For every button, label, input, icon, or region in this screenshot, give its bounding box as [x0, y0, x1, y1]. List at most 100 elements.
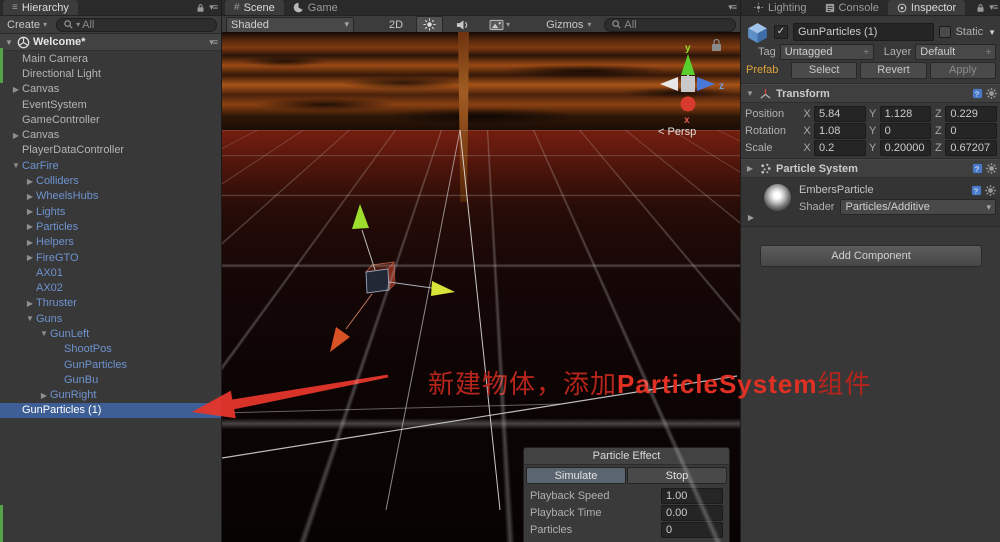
- hierarchy-item-gamecontroller[interactable]: GameController: [0, 112, 221, 127]
- rotation-z-field[interactable]: 0: [945, 122, 998, 139]
- particles-count-field[interactable]: 0: [661, 521, 723, 538]
- create-button[interactable]: Create ▾: [4, 16, 50, 33]
- move-gizmo-x-arrow[interactable]: [431, 281, 455, 296]
- scene-menu-icon[interactable]: ▾≡: [209, 37, 218, 48]
- gear-icon[interactable]: [985, 184, 996, 196]
- tab-hierarchy[interactable]: ≡ Hierarchy: [3, 0, 78, 15]
- axis-back-cone[interactable]: [660, 77, 678, 91]
- hierarchy-item-wheelshubs[interactable]: ▶ WheelsHubs: [0, 189, 221, 204]
- tab-lighting[interactable]: Lighting: [744, 0, 816, 15]
- position-z-field[interactable]: 0.229: [945, 105, 998, 122]
- playback-time-field[interactable]: 0.00: [661, 504, 723, 521]
- particle-system-header[interactable]: ▶ Particle System ?: [741, 159, 1000, 178]
- hierarchy-item-playerdatacontroller[interactable]: PlayerDataController: [0, 143, 221, 158]
- scene-search-input[interactable]: All: [604, 17, 736, 32]
- hierarchy-item-canvas[interactable]: ▶ Canvas: [0, 82, 221, 97]
- static-checkbox[interactable]: [938, 26, 951, 38]
- hierarchy-search-input[interactable]: ▾ All: [56, 17, 217, 32]
- hierarchy-item-main-camera[interactable]: Main Camera: [0, 51, 221, 66]
- reference-doc-icon[interactable]: ?: [972, 163, 983, 174]
- reference-doc-icon[interactable]: ?: [971, 185, 982, 196]
- scale-z-field[interactable]: 0.67207: [945, 139, 998, 156]
- reference-doc-icon[interactable]: ?: [972, 88, 983, 99]
- scene-effects-button[interactable]: ▾: [482, 16, 517, 33]
- foldout-collapsed-icon[interactable]: ▶: [10, 131, 22, 140]
- tab-game[interactable]: Game: [284, 0, 347, 15]
- foldout-collapsed-icon[interactable]: ▶: [745, 164, 755, 173]
- tab-scene[interactable]: # Scene: [225, 0, 284, 15]
- hierarchy-item-firegto[interactable]: ▶ FireGTO: [0, 250, 221, 265]
- lock-icon[interactable]: [976, 3, 985, 13]
- scene-viewport[interactable]: y z x < Persp Particle Effect Simulate S…: [222, 32, 740, 542]
- gizmos-dropdown[interactable]: Gizmos ▾: [539, 16, 598, 33]
- position-y-field[interactable]: 1.128: [879, 105, 932, 122]
- axis-x-sphere[interactable]: [680, 96, 696, 112]
- foldout-collapsed-icon[interactable]: ▶: [24, 299, 36, 308]
- foldout-collapsed-icon[interactable]: ▶: [24, 207, 36, 216]
- gear-icon[interactable]: [986, 163, 997, 174]
- foldout-collapsed-icon[interactable]: ▶: [24, 253, 36, 262]
- playback-speed-field[interactable]: 1.00: [661, 487, 723, 504]
- hierarchy-item-directional-light[interactable]: Directional Light: [0, 66, 221, 81]
- foldout-collapsed-icon[interactable]: ▶: [10, 85, 22, 94]
- object-name-field[interactable]: GunParticles (1): [793, 23, 934, 41]
- scene-header-row[interactable]: ▼ Welcome* ▾≡: [0, 34, 221, 51]
- simulate-button[interactable]: Simulate: [526, 467, 626, 484]
- panel-menu-icon[interactable]: ▾≡: [728, 2, 737, 13]
- static-dropdown-icon[interactable]: ▼: [988, 28, 996, 37]
- toggle-2d-button[interactable]: 2D: [382, 16, 410, 33]
- prefab-revert-button[interactable]: Revert: [860, 61, 927, 79]
- scale-x-field[interactable]: 0.2: [814, 139, 866, 156]
- hierarchy-item-gunbu[interactable]: GunBu: [0, 372, 221, 387]
- gear-icon[interactable]: [986, 88, 997, 99]
- layer-dropdown[interactable]: Default ÷: [915, 44, 996, 60]
- foldout-collapsed-icon[interactable]: ▶: [24, 238, 36, 247]
- axis-y-cone[interactable]: [681, 54, 695, 75]
- hierarchy-item-particles[interactable]: ▶ Particles: [0, 219, 221, 234]
- active-checkbox[interactable]: ✓: [774, 25, 788, 39]
- axis-z-cone[interactable]: [697, 77, 715, 91]
- hierarchy-item-thruster[interactable]: ▶ Thruster: [0, 296, 221, 311]
- tab-inspector[interactable]: Inspector: [887, 0, 966, 15]
- hierarchy-item-gunright[interactable]: ▶ GunRight: [0, 388, 221, 403]
- hierarchy-item-canvas[interactable]: ▶ Canvas: [0, 127, 221, 142]
- foldout-expanded-icon[interactable]: ▼: [745, 89, 755, 98]
- foldout-collapsed-icon[interactable]: ▶: [24, 192, 36, 201]
- panel-menu-icon[interactable]: ▾≡: [989, 2, 998, 13]
- foldout-expanded-icon[interactable]: ▼: [4, 38, 14, 47]
- tag-dropdown[interactable]: Untagged ÷: [779, 44, 874, 60]
- hierarchy-item-ax01[interactable]: AX01: [0, 265, 221, 280]
- prefab-apply-button[interactable]: Apply: [929, 61, 996, 79]
- rotation-x-field[interactable]: 1.08: [814, 122, 866, 139]
- hierarchy-item-gunleft[interactable]: ▼ GunLeft: [0, 326, 221, 341]
- tab-console[interactable]: Console: [816, 0, 888, 15]
- foldout-expanded-icon[interactable]: ▼: [10, 161, 22, 170]
- draw-mode-dropdown[interactable]: Shaded ▾: [226, 16, 354, 33]
- orientation-gizmo[interactable]: y z x < Persp: [658, 43, 724, 138]
- hierarchy-item-shootpos[interactable]: ShootPos: [0, 342, 221, 357]
- foldout-collapsed-icon[interactable]: ▶: [746, 213, 756, 222]
- foldout-collapsed-icon[interactable]: ▶: [24, 177, 36, 186]
- lock-icon[interactable]: [196, 3, 205, 13]
- move-gizmo-y-arrow[interactable]: [352, 204, 369, 229]
- gizmo-center-cube[interactable]: [681, 76, 695, 92]
- foldout-expanded-icon[interactable]: ▼: [38, 329, 50, 338]
- position-x-field[interactable]: 5.84: [814, 105, 866, 122]
- rotation-y-field[interactable]: 0: [879, 122, 932, 139]
- hierarchy-item-colliders[interactable]: ▶ Colliders: [0, 173, 221, 188]
- panel-menu-icon[interactable]: ▾≡: [209, 2, 218, 13]
- foldout-collapsed-icon[interactable]: ▶: [38, 391, 50, 400]
- foldout-collapsed-icon[interactable]: ▶: [24, 222, 36, 231]
- scene-audio-button[interactable]: [449, 16, 476, 33]
- add-component-button[interactable]: Add Component: [760, 245, 982, 267]
- foldout-expanded-icon[interactable]: ▼: [24, 314, 36, 323]
- selected-cube[interactable]: [365, 260, 396, 294]
- scale-y-field[interactable]: 0.20000: [879, 139, 932, 156]
- hierarchy-item-gunparticles-1[interactable]: GunParticles (1): [0, 402, 221, 419]
- move-gizmo-z-arrow[interactable]: [330, 327, 350, 352]
- prefab-select-button[interactable]: Select: [791, 61, 858, 79]
- hierarchy-item-lights[interactable]: ▶ Lights: [0, 204, 221, 219]
- persp-label[interactable]: < Persp: [658, 126, 696, 138]
- hierarchy-item-gunparticles[interactable]: GunParticles: [0, 357, 221, 372]
- transform-header[interactable]: ▼ Transform ?: [741, 84, 1000, 103]
